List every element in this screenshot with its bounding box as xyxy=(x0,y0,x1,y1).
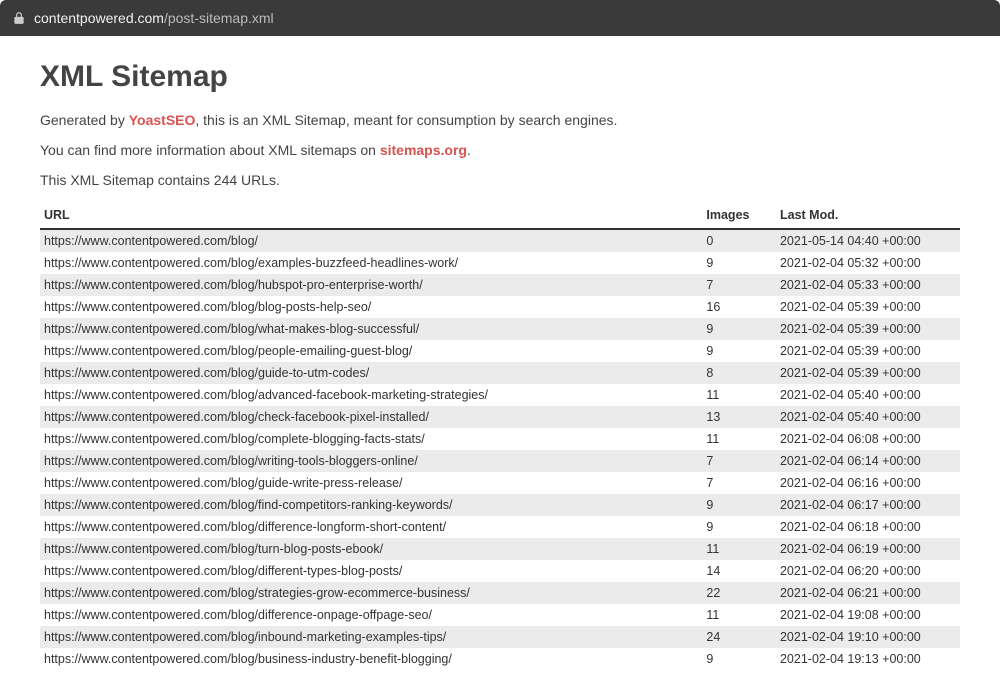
cell-url[interactable]: https://www.contentpowered.com/blog/ xyxy=(40,229,702,252)
table-row: https://www.contentpowered.com/blog/blog… xyxy=(40,296,960,318)
cell-lastmod: 2021-02-04 05:39 +00:00 xyxy=(776,340,960,362)
yoast-link[interactable]: YoastSEO xyxy=(129,112,196,128)
cell-images: 8 xyxy=(702,362,776,384)
cell-images: 11 xyxy=(702,538,776,560)
browser-address-bar[interactable]: contentpowered.com/post-sitemap.xml xyxy=(0,0,1000,36)
table-row: https://www.contentpowered.com/blog/diff… xyxy=(40,560,960,582)
url-count-line: This XML Sitemap contains 244 URLs. xyxy=(40,172,960,188)
cell-images: 9 xyxy=(702,318,776,340)
cell-lastmod: 2021-05-14 04:40 +00:00 xyxy=(776,229,960,252)
sitemap-table: URL Images Last Mod. https://www.content… xyxy=(40,202,960,670)
table-row: https://www.contentpowered.com/blog/diff… xyxy=(40,516,960,538)
cell-lastmod: 2021-02-04 19:10 +00:00 xyxy=(776,626,960,648)
header-images[interactable]: Images xyxy=(702,202,776,229)
page-content: XML Sitemap Generated by YoastSEO, this … xyxy=(0,36,1000,694)
cell-url[interactable]: https://www.contentpowered.com/blog/busi… xyxy=(40,648,702,670)
sitemaps-org-link[interactable]: sitemaps.org xyxy=(380,142,467,158)
cell-images: 9 xyxy=(702,252,776,274)
cell-url[interactable]: https://www.contentpowered.com/blog/diff… xyxy=(40,604,702,626)
table-row: https://www.contentpowered.com/blog/inbo… xyxy=(40,626,960,648)
cell-lastmod: 2021-02-04 05:39 +00:00 xyxy=(776,318,960,340)
cell-lastmod: 2021-02-04 05:39 +00:00 xyxy=(776,296,960,318)
table-row: https://www.contentpowered.com/blog/hubs… xyxy=(40,274,960,296)
table-row: https://www.contentpowered.com/blog/what… xyxy=(40,318,960,340)
cell-lastmod: 2021-02-04 06:19 +00:00 xyxy=(776,538,960,560)
table-row: https://www.contentpowered.com/blog/exam… xyxy=(40,252,960,274)
cell-url[interactable]: https://www.contentpowered.com/blog/peop… xyxy=(40,340,702,362)
cell-images: 9 xyxy=(702,340,776,362)
cell-lastmod: 2021-02-04 19:13 +00:00 xyxy=(776,648,960,670)
cell-lastmod: 2021-02-04 06:17 +00:00 xyxy=(776,494,960,516)
table-row: https://www.contentpowered.com/blog/adva… xyxy=(40,384,960,406)
cell-lastmod: 2021-02-04 06:16 +00:00 xyxy=(776,472,960,494)
table-row: https://www.contentpowered.com/blog/find… xyxy=(40,494,960,516)
cell-lastmod: 2021-02-04 06:08 +00:00 xyxy=(776,428,960,450)
cell-url[interactable]: https://www.contentpowered.com/blog/chec… xyxy=(40,406,702,428)
cell-images: 24 xyxy=(702,626,776,648)
table-row: https://www.contentpowered.com/blog/0202… xyxy=(40,229,960,252)
cell-url[interactable]: https://www.contentpowered.com/blog/guid… xyxy=(40,472,702,494)
cell-url[interactable]: https://www.contentpowered.com/blog/comp… xyxy=(40,428,702,450)
table-row: https://www.contentpowered.com/blog/guid… xyxy=(40,472,960,494)
table-row: https://www.contentpowered.com/blog/diff… xyxy=(40,604,960,626)
cell-lastmod: 2021-02-04 05:40 +00:00 xyxy=(776,406,960,428)
table-row: https://www.contentpowered.com/blog/stra… xyxy=(40,582,960,604)
table-row: https://www.contentpowered.com/blog/turn… xyxy=(40,538,960,560)
cell-url[interactable]: https://www.contentpowered.com/blog/find… xyxy=(40,494,702,516)
cell-images: 9 xyxy=(702,516,776,538)
cell-images: 9 xyxy=(702,494,776,516)
cell-lastmod: 2021-02-04 05:40 +00:00 xyxy=(776,384,960,406)
table-row: https://www.contentpowered.com/blog/chec… xyxy=(40,406,960,428)
table-row: https://www.contentpowered.com/blog/writ… xyxy=(40,450,960,472)
cell-url[interactable]: https://www.contentpowered.com/blog/stra… xyxy=(40,582,702,604)
more-info-line: You can find more information about XML … xyxy=(40,142,960,158)
cell-images: 9 xyxy=(702,648,776,670)
cell-lastmod: 2021-02-04 19:08 +00:00 xyxy=(776,604,960,626)
table-row: https://www.contentpowered.com/blog/guid… xyxy=(40,362,960,384)
header-lastmod[interactable]: Last Mod. xyxy=(776,202,960,229)
cell-images: 14 xyxy=(702,560,776,582)
table-row: https://www.contentpowered.com/blog/peop… xyxy=(40,340,960,362)
cell-images: 7 xyxy=(702,472,776,494)
cell-images: 11 xyxy=(702,428,776,450)
cell-lastmod: 2021-02-04 05:32 +00:00 xyxy=(776,252,960,274)
cell-url[interactable]: https://www.contentpowered.com/blog/inbo… xyxy=(40,626,702,648)
cell-images: 22 xyxy=(702,582,776,604)
cell-images: 7 xyxy=(702,274,776,296)
url-text: contentpowered.com/post-sitemap.xml xyxy=(34,10,274,26)
cell-images: 11 xyxy=(702,384,776,406)
cell-url[interactable]: https://www.contentpowered.com/blog/blog… xyxy=(40,296,702,318)
cell-lastmod: 2021-02-04 06:20 +00:00 xyxy=(776,560,960,582)
table-row: https://www.contentpowered.com/blog/busi… xyxy=(40,648,960,670)
cell-images: 13 xyxy=(702,406,776,428)
cell-url[interactable]: https://www.contentpowered.com/blog/what… xyxy=(40,318,702,340)
cell-url[interactable]: https://www.contentpowered.com/blog/hubs… xyxy=(40,274,702,296)
cell-url[interactable]: https://www.contentpowered.com/blog/guid… xyxy=(40,362,702,384)
cell-lastmod: 2021-02-04 06:21 +00:00 xyxy=(776,582,960,604)
cell-url[interactable]: https://www.contentpowered.com/blog/exam… xyxy=(40,252,702,274)
cell-lastmod: 2021-02-04 05:33 +00:00 xyxy=(776,274,960,296)
cell-lastmod: 2021-02-04 06:18 +00:00 xyxy=(776,516,960,538)
page-title: XML Sitemap xyxy=(40,60,960,94)
cell-images: 16 xyxy=(702,296,776,318)
cell-url[interactable]: https://www.contentpowered.com/blog/adva… xyxy=(40,384,702,406)
cell-url[interactable]: https://www.contentpowered.com/blog/writ… xyxy=(40,450,702,472)
cell-url[interactable]: https://www.contentpowered.com/blog/diff… xyxy=(40,516,702,538)
cell-url[interactable]: https://www.contentpowered.com/blog/turn… xyxy=(40,538,702,560)
cell-images: 0 xyxy=(702,229,776,252)
table-row: https://www.contentpowered.com/blog/comp… xyxy=(40,428,960,450)
cell-url[interactable]: https://www.contentpowered.com/blog/diff… xyxy=(40,560,702,582)
cell-images: 7 xyxy=(702,450,776,472)
lock-icon xyxy=(12,11,26,25)
header-url[interactable]: URL xyxy=(40,202,702,229)
cell-images: 11 xyxy=(702,604,776,626)
generated-by-line: Generated by YoastSEO, this is an XML Si… xyxy=(40,112,960,128)
cell-lastmod: 2021-02-04 05:39 +00:00 xyxy=(776,362,960,384)
cell-lastmod: 2021-02-04 06:14 +00:00 xyxy=(776,450,960,472)
